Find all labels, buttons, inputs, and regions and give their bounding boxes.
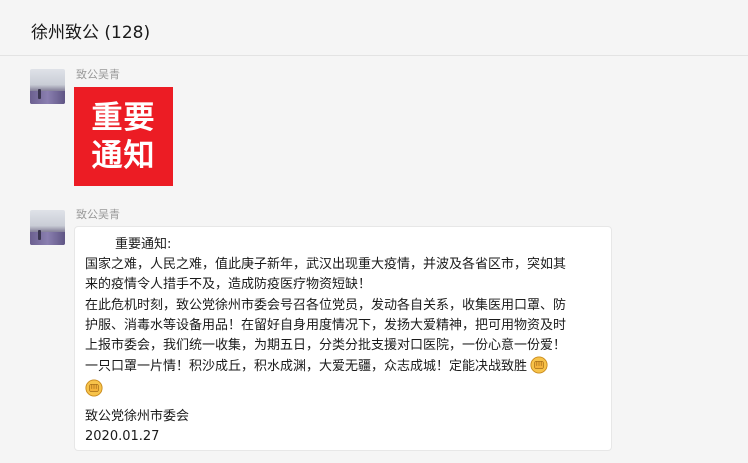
chat-header: 徐州致公 (128)	[0, 0, 748, 56]
message-line: 护服、消毒水等设备用品！在留好自身用度情况下，发扬大爱精神，把可用物资及时	[85, 317, 567, 333]
message-line: 上报市委会，我们统一收集，为期五日，分类分批支援对口医院，一份心意一份爱！	[85, 338, 567, 354]
fist-emoji-icon	[530, 356, 548, 374]
message-date: 2020.01.27	[85, 428, 160, 444]
message-line: 在此危机时刻，致公党徐州市委会号召各位党员，发动各自关系，收集医用口罩、防	[85, 297, 567, 313]
message-signature: 致公党徐州市委会	[85, 408, 190, 424]
sender-name: 致公吴青	[76, 208, 120, 221]
message-bubble[interactable]: 重要通知: 国家之难，人民之难，值此庚子新年，武汉出现重大疫情，并波及各省区市，…	[74, 226, 612, 451]
fist-emoji-icon	[85, 379, 103, 397]
message-heading: 重要通知:	[115, 237, 172, 252]
notice-image[interactable]: 重要 通知	[74, 87, 173, 186]
notice-image-text-1: 重要	[91, 99, 156, 136]
sender-name: 致公吴青	[76, 68, 120, 81]
avatar[interactable]	[30, 210, 65, 245]
avatar[interactable]	[30, 69, 65, 104]
emoji-line	[85, 379, 601, 400]
chat-title[interactable]: 徐州致公 (128)	[31, 18, 150, 43]
message-line-last: 一只口罩一片情！积沙成丘，积水成渊，大爱无疆，众志成城！定能决战致胜	[85, 356, 601, 377]
message-line: 国家之难，人民之难，值此庚子新年，武汉出现重大疫情，并波及各省区市，突如其	[85, 257, 567, 273]
message-line: 来的疫情令人措手不及，造成防疫医疗物资短缺！	[85, 277, 372, 293]
notice-image-text-2: 通知	[91, 137, 156, 174]
